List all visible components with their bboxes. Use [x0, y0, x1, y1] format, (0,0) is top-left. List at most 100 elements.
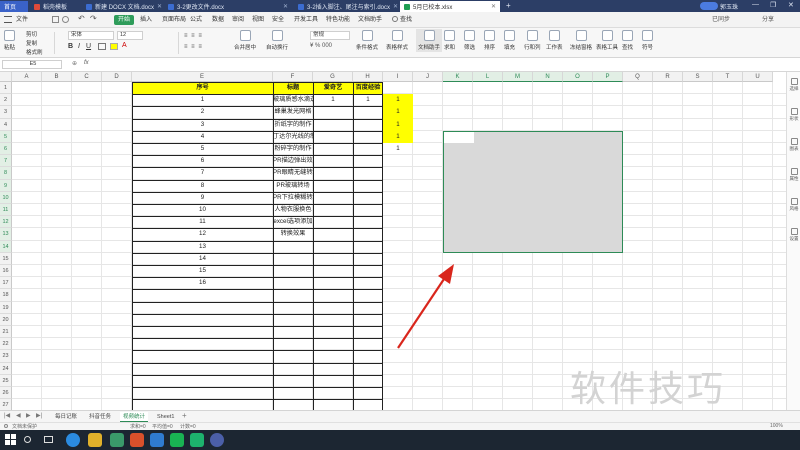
column-header-m[interactable]: M: [503, 72, 533, 82]
windows-start-icon[interactable]: [5, 434, 17, 446]
row-header-25[interactable]: 25: [0, 374, 12, 387]
table-cell-aiqiyi[interactable]: [313, 277, 353, 289]
table-cell-aiqiyi[interactable]: [313, 143, 353, 155]
table-cell-title[interactable]: 丁达尔光线的制作: [273, 131, 313, 143]
table-header-aiqiyi[interactable]: 爱奇艺: [313, 82, 353, 94]
table-cell-aiqiyi[interactable]: [313, 216, 353, 228]
table-cell-title[interactable]: 粉碎字的制作: [273, 143, 313, 155]
table-cell-title[interactable]: 转换效果: [273, 228, 313, 240]
row-header-24[interactable]: 24: [0, 362, 12, 375]
table-cell-aiqiyi[interactable]: [313, 155, 353, 167]
table-cell-baidu[interactable]: [353, 180, 383, 192]
sheet-tab-douyin[interactable]: 抖音任务: [86, 412, 114, 422]
table-cell-title[interactable]: 折纸字的制作: [273, 119, 313, 131]
next-sheet-icon[interactable]: ▶: [26, 412, 31, 419]
table-cell-title[interactable]: PR眼睛无缝转场: [273, 167, 313, 179]
table-cell-title[interactable]: PR描边弹出效果: [273, 155, 313, 167]
column-header-n[interactable]: N: [533, 72, 563, 82]
select-all-corner[interactable]: [0, 72, 12, 82]
row-header-15[interactable]: 15: [0, 252, 12, 265]
table-cell-aiqiyi[interactable]: [313, 167, 353, 179]
table-cell-baidu[interactable]: [353, 106, 383, 118]
right-panel-item[interactable]: 属性: [787, 168, 800, 182]
row-header-13[interactable]: 13: [0, 228, 12, 241]
column-header-j[interactable]: J: [413, 72, 443, 82]
table-cell-seq[interactable]: 13: [132, 241, 273, 253]
row-header-20[interactable]: 20: [0, 313, 12, 326]
table-cell-seq[interactable]: 5: [132, 143, 273, 155]
table-cell-title[interactable]: excel选项添加: [273, 216, 313, 228]
right-panel-item[interactable]: 风格: [787, 198, 800, 212]
table-cell-aiqiyi[interactable]: 1: [313, 94, 353, 106]
column-header-e[interactable]: E: [132, 72, 273, 82]
last-sheet-icon[interactable]: ▶|: [36, 412, 42, 419]
table-cell-baidu[interactable]: [353, 131, 383, 143]
table-cell-baidu[interactable]: [353, 216, 383, 228]
table-cell-aiqiyi[interactable]: [313, 106, 353, 118]
table-header-seq[interactable]: 序号: [132, 82, 273, 94]
column-header-g[interactable]: G: [313, 72, 353, 82]
column-header-f[interactable]: F: [273, 72, 313, 82]
table-cell-title[interactable]: [273, 265, 313, 277]
column-header-d[interactable]: D: [102, 72, 132, 82]
column-header-a[interactable]: A: [12, 72, 42, 82]
table-cell-seq[interactable]: 1: [132, 94, 273, 106]
sheet-tab-video[interactable]: 视频统计: [120, 412, 149, 422]
table-cell-seq[interactable]: 3: [132, 119, 273, 131]
table-cell-seq[interactable]: 11: [132, 216, 273, 228]
prev-sheet-icon[interactable]: ◀: [16, 412, 21, 419]
row-header-5[interactable]: 5: [0, 130, 12, 143]
row-header-7[interactable]: 7: [0, 155, 12, 168]
cell-i[interactable]: 1: [383, 130, 413, 143]
table-cell-seq[interactable]: 7: [132, 167, 273, 179]
row-header-6[interactable]: 6: [0, 143, 12, 156]
table-cell-baidu[interactable]: [353, 119, 383, 131]
table-cell-aiqiyi[interactable]: [313, 265, 353, 277]
first-sheet-icon[interactable]: |◀: [4, 412, 10, 419]
row-header-12[interactable]: 12: [0, 216, 12, 229]
column-header-o[interactable]: O: [563, 72, 593, 82]
table-cell-seq[interactable]: 4: [132, 131, 273, 143]
active-cell[interactable]: [444, 131, 474, 143]
table-cell-aiqiyi[interactable]: [313, 241, 353, 253]
sheet-tab-daily[interactable]: 每日记账: [52, 412, 80, 422]
table-cell-seq[interactable]: 2: [132, 106, 273, 118]
row-header-11[interactable]: 11: [0, 204, 12, 217]
column-header-l[interactable]: L: [473, 72, 503, 82]
folder-icon[interactable]: [88, 433, 102, 447]
table-cell-seq[interactable]: 15: [132, 265, 273, 277]
player-icon[interactable]: [210, 433, 224, 447]
row-header-16[interactable]: 16: [0, 265, 12, 278]
table-cell-baidu[interactable]: [353, 253, 383, 265]
cell-i[interactable]: 1: [383, 118, 413, 131]
table-cell-baidu[interactable]: [353, 167, 383, 179]
cell-i[interactable]: 1: [383, 143, 413, 155]
table-cell-seq[interactable]: 10: [132, 204, 273, 216]
browser-icon[interactable]: [66, 433, 80, 447]
cell-i[interactable]: 1: [383, 94, 413, 107]
table-cell-aiqiyi[interactable]: [313, 180, 353, 192]
column-header-s[interactable]: S: [683, 72, 713, 82]
column-header-r[interactable]: R: [653, 72, 683, 82]
row-header-18[interactable]: 18: [0, 289, 12, 302]
row-header-9[interactable]: 9: [0, 179, 12, 192]
row-header-26[interactable]: 26: [0, 387, 12, 400]
table-cell-title[interactable]: 玻璃质感水滴透明按钮制作: [273, 94, 313, 106]
column-header-k[interactable]: K: [443, 72, 473, 82]
row-header-10[interactable]: 10: [0, 191, 12, 204]
row-header-3[interactable]: 3: [0, 106, 12, 119]
table-cell-title[interactable]: [273, 253, 313, 265]
column-header-t[interactable]: T: [713, 72, 743, 82]
row-header-1[interactable]: 1: [0, 82, 12, 95]
task-view-icon[interactable]: [44, 436, 53, 443]
row-header-17[interactable]: 17: [0, 277, 12, 290]
table-cell-title[interactable]: PR玻璃转场: [273, 180, 313, 192]
table-cell-seq[interactable]: 8: [132, 180, 273, 192]
table-cell-aiqiyi[interactable]: [313, 131, 353, 143]
column-header-c[interactable]: C: [72, 72, 102, 82]
column-header-i[interactable]: I: [383, 72, 413, 82]
add-sheet-icon[interactable]: +: [182, 411, 187, 420]
table-cell-aiqiyi[interactable]: [313, 192, 353, 204]
app-icon[interactable]: [110, 433, 124, 447]
table-cell-baidu[interactable]: [353, 228, 383, 240]
